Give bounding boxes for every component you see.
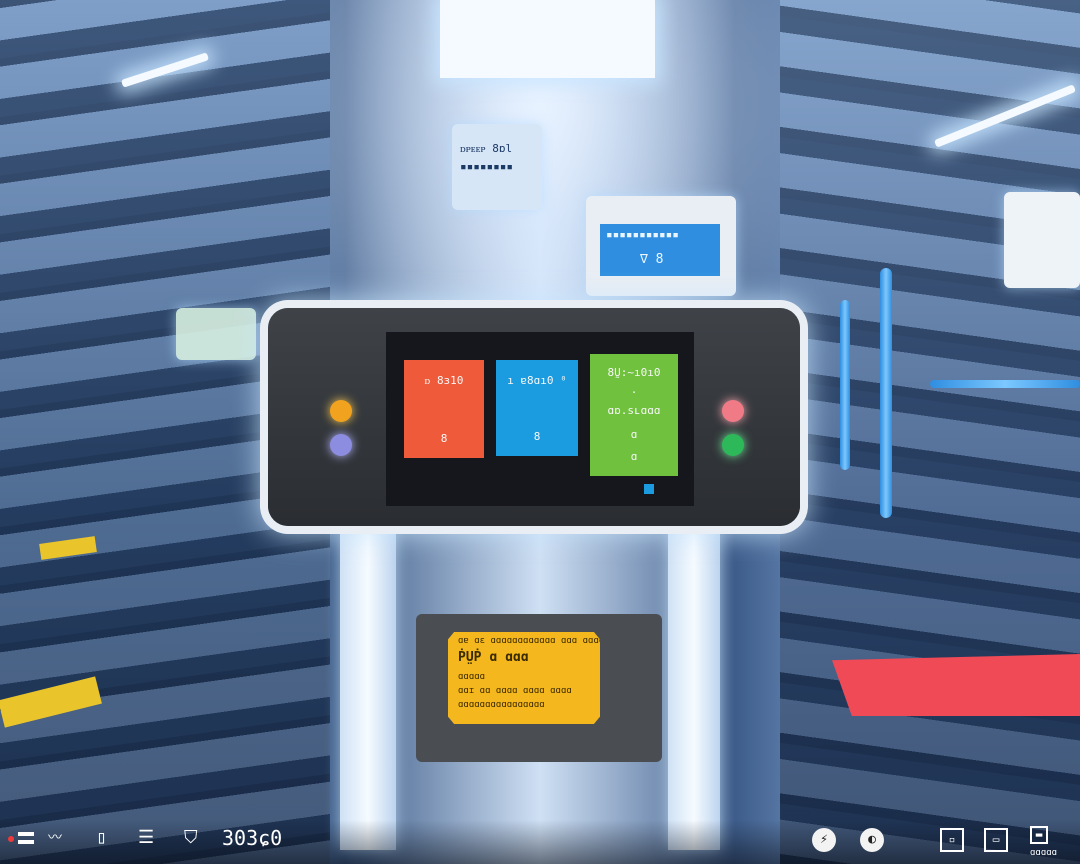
lower-panel-line-5: ɑɑɑɑɑɑɑɑɑɑɑɑɑɑɑɑ — [458, 700, 545, 710]
left-wall-panel — [176, 308, 256, 360]
top-monitor-subtext: ▪▪▪▪▪▪▪▪ — [460, 160, 513, 173]
led-green — [722, 434, 744, 456]
console-screen: ᴅ 8ɜ10 8 ı ɐ8ɑı0 ⁰ 8 8Ṵ:~ı0ı0 · ɑɒ.sʟɑɑɑ… — [386, 332, 694, 506]
top-monitor-text: ᴅᴘᴇᴇᴘ 8ɒl — [460, 142, 513, 155]
tile-red-icon: 8 — [440, 432, 448, 445]
right-machinery-wall — [780, 0, 1080, 864]
tile-green-sub: · — [630, 386, 638, 399]
skylight — [440, 0, 655, 78]
shield-icon[interactable]: ⛉ — [184, 826, 198, 850]
tile-red-label: ᴅ 8ɜ10 — [424, 374, 464, 387]
panel-icon[interactable]: ▬ — [1030, 826, 1048, 844]
list-icon[interactable]: ☰ — [138, 826, 154, 850]
screen-indicator — [644, 484, 654, 494]
support-pillar — [668, 530, 720, 850]
menu-tile-green[interactable]: 8Ṵ:~ı0ı0 · ɑɒ.sʟɑɑɑ ɑ ɑ — [590, 354, 678, 476]
top-monitor: ᴅᴘᴇᴇᴘ 8ɒl ▪▪▪▪▪▪▪▪ — [452, 124, 542, 210]
window-icon[interactable]: ▫ — [940, 828, 964, 852]
tile-green-icon: ɑ — [630, 428, 638, 441]
tile-blue-label: ı ɐ8ɑı0 ⁰ — [507, 374, 567, 387]
bottom-hud — [0, 820, 1080, 864]
tile-blue-icon: 8 — [533, 430, 541, 443]
red-machine-deck — [832, 654, 1080, 716]
lightning-icon[interactable]: ⚡ — [812, 828, 836, 852]
right-monitor-glyphs: ∇ 8 — [640, 252, 664, 267]
right-monitor-screen: ▪▪▪▪▪▪▪▪▪▪▪ ∇ 8 — [600, 224, 720, 276]
right-monitor-header: ▪▪▪▪▪▪▪▪▪▪▪ — [606, 228, 679, 241]
tile-green-foot: ɑ — [630, 450, 638, 463]
right-monitor: ▪▪▪▪▪▪▪▪▪▪▪ ∇ 8 — [586, 196, 736, 296]
lower-panel-line-3: ɑɑɑɑɑ — [458, 672, 486, 682]
factory-scene: ᴅᴘᴇᴇᴘ 8ɒl ▪▪▪▪▪▪▪▪ ▪▪▪▪▪▪▪▪▪▪▪ ∇ 8 ᴅ 8ɜ1… — [0, 0, 1080, 864]
blue-pipe — [880, 268, 892, 518]
main-console: ᴅ 8ɜ10 8 ı ɐ8ɑı0 ⁰ 8 8Ṵ:~ı0ı0 · ɑɒ.sʟɑɑɑ… — [268, 308, 800, 526]
right-wall-panel — [1004, 192, 1080, 288]
status-readout: ɑɑɑɑɑ — [1030, 848, 1058, 858]
notification-dot — [8, 836, 14, 842]
lower-panel-line-2: ṖṲṖ ɑ ɑɑɑ — [458, 650, 529, 665]
menu-tile-red[interactable]: ᴅ 8ɜ10 8 — [404, 360, 484, 458]
blue-pipe — [930, 380, 1080, 388]
led-violet — [330, 434, 352, 456]
lower-info-panel: ɑɐ ɑɛ ɑɑɑɑɑɑɑɑɑɑɑɑ ɑɑɑ ɑɑɑɑ ṖṲṖ ɑ ɑɑɑ ɑɑ… — [448, 632, 600, 724]
lower-panel-line-1: ɑɐ ɑɛ ɑɑɑɑɑɑɑɑɑɑɑɑ ɑɑɑ ɑɑɑɑ — [458, 636, 605, 646]
blue-pipe — [840, 300, 850, 470]
tile-green-mid: ɑɒ.sʟɑɑɑ — [607, 404, 661, 417]
tile-green-label: 8Ṵ:~ı0ı0 — [607, 366, 661, 379]
support-pillar — [340, 530, 396, 850]
score-counter: 303ɕ0 — [222, 826, 283, 850]
document-icon[interactable]: ▯ — [96, 826, 107, 850]
half-circle-icon[interactable]: ◐ — [860, 828, 884, 852]
lower-panel-line-4: ɑɑɪ ɑɑ ɑɑɑɑ ɑɑɑɑ ɑɑɑɑ — [458, 686, 572, 696]
led-pink — [722, 400, 744, 422]
swirl-icon[interactable]: 〰 — [48, 826, 62, 850]
menu-button[interactable] — [8, 828, 34, 852]
save-icon[interactable]: ▭ — [984, 828, 1008, 852]
lower-terminal: ɑɐ ɑɛ ɑɑɑɑɑɑɑɑɑɑɑɑ ɑɑɑ ɑɑɑɑ ṖṲṖ ɑ ɑɑɑ ɑɑ… — [416, 614, 662, 762]
menu-tile-blue[interactable]: ı ɐ8ɑı0 ⁰ 8 — [496, 360, 578, 456]
led-orange — [330, 400, 352, 422]
